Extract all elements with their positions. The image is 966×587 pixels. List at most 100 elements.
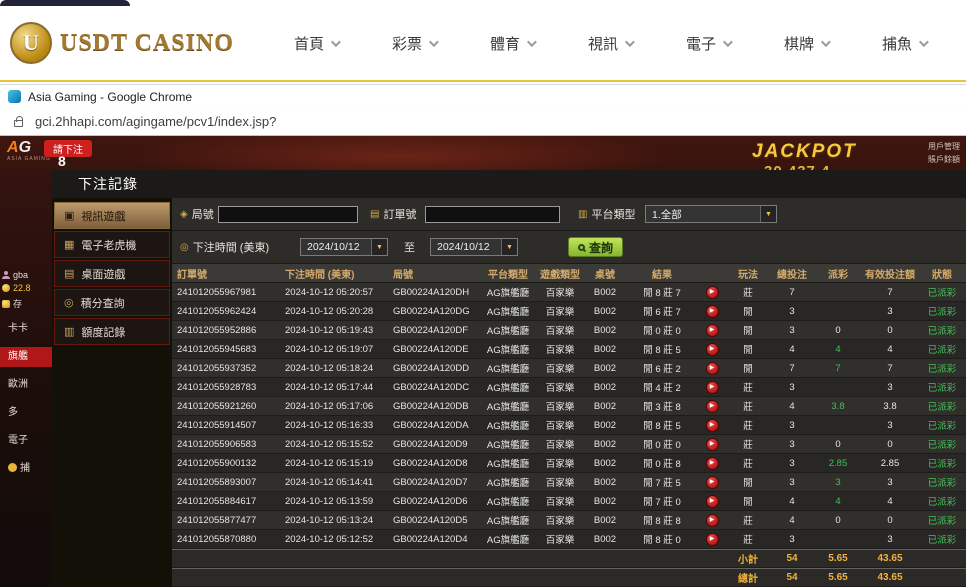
cell-replay: ▶ [698, 399, 726, 413]
cell-play: 莊 [726, 399, 770, 413]
sidebar-item-icon: ▤ [64, 267, 74, 280]
replay-button[interactable]: ▶ [706, 457, 719, 470]
nav-item-label: 視訊 [588, 33, 618, 54]
cell-replay: ▶ [698, 437, 726, 451]
col-header-bet: 總投注 [770, 266, 814, 281]
table-row: 2410120559001322024-10-12 05:15:19GB0022… [172, 454, 966, 473]
cell-table: B002 [584, 534, 626, 545]
game-area: AG ASIA GAMING 請下注 8 JACKPOT 30,437,4 用戶… [0, 136, 966, 587]
cell-platform: AG旗艦廳 [480, 323, 536, 337]
search-button[interactable]: 查詢 [568, 237, 623, 257]
replay-button[interactable]: ▶ [706, 381, 719, 394]
cell-payout: 0 [814, 439, 862, 450]
cell-play: 閒 [726, 494, 770, 508]
order-number-input[interactable] [425, 206, 560, 223]
time-filter-label: 下注時間 (美東) [193, 239, 269, 255]
lobby-menu-item-europe[interactable]: 歐洲 [0, 375, 52, 395]
betting-records-panel: 下注記錄 ▣視訊遊戲▦電子老虎機▤桌面遊戲◎積分查詢▥額度記錄 ◈ 局號 [52, 170, 966, 587]
round-number-input[interactable] [218, 206, 358, 223]
cell-replay: ▶ [698, 323, 726, 337]
replay-button[interactable]: ▶ [706, 533, 719, 546]
replay-button[interactable]: ▶ [706, 286, 719, 299]
cell-status: 已派彩 [918, 380, 966, 394]
cell-status: 已派彩 [918, 513, 966, 527]
cell-result: 閒 8 莊 5 [626, 418, 698, 432]
cell-game: 百家樂 [536, 437, 584, 451]
panel-main: ◈ 局號 ▤ 訂單號 [172, 198, 966, 587]
cell-game: 百家樂 [536, 285, 584, 299]
cell-order: 241012055921260 [172, 401, 280, 412]
sidebar-item-points-query[interactable]: ◎積分查詢 [54, 289, 170, 316]
cell-play: 閒 [726, 475, 770, 489]
lobby-menu-item-multi[interactable]: 多 [0, 403, 52, 423]
lobby-menu-item-kaka[interactable]: 卡卡 [0, 319, 52, 339]
cell-bet: 4 [770, 515, 814, 526]
cell-play: 閒 [726, 304, 770, 318]
cell-result: 閒 6 莊 7 [626, 304, 698, 318]
replay-button[interactable]: ▶ [706, 514, 719, 527]
nav-item-lottery[interactable]: 彩票 [392, 33, 436, 54]
nav-item-board-games[interactable]: 棋牌 [784, 33, 828, 54]
table-row: 2410120559679812024-10-12 05:20:57GB0022… [172, 283, 966, 302]
cell-table: B002 [584, 344, 626, 355]
nav-item-home[interactable]: 首頁 [294, 33, 338, 54]
replay-button[interactable]: ▶ [706, 305, 719, 318]
cell-order: 241012055884617 [172, 496, 280, 507]
nav-item-fishing[interactable]: 捕魚 [882, 33, 926, 54]
cell-time: 2024-10-12 05:16:33 [280, 420, 388, 431]
cell-bet: 3 [770, 439, 814, 450]
sidebar-item-slot-machines[interactable]: ▦電子老虎機 [54, 231, 170, 258]
replay-button[interactable]: ▶ [706, 400, 719, 413]
subtotal-row: 小計545.6543.65 [172, 549, 966, 568]
cell-status: 已派彩 [918, 532, 966, 546]
sidebar-item-table-games[interactable]: ▤桌面遊戲 [54, 260, 170, 287]
table-row: 2410120559065832024-10-12 05:15:52GB0022… [172, 435, 966, 454]
deposit-label: 存 [13, 297, 22, 310]
lobby-deposit[interactable]: 存 [2, 297, 52, 310]
url-bar[interactable]: gci.2hhapi.com/agingame/pcv1/index.jsp? [0, 108, 966, 136]
col-header-platform: 平台類型 [480, 266, 536, 281]
nav-item-live[interactable]: 視訊 [588, 33, 632, 54]
table-row: 2410120559373522024-10-12 05:18:24GB0022… [172, 359, 966, 378]
cell-bet: 7 [770, 287, 814, 298]
replay-button[interactable]: ▶ [706, 476, 719, 489]
cell-result: 閒 3 莊 8 [626, 399, 698, 413]
date-from-select[interactable]: 2024/10/12 ▼ [300, 238, 388, 256]
cell-table: B002 [584, 420, 626, 431]
filter-row-2: ◎ 下注時間 (美東) 2024/10/12 ▼ 至 20 [172, 231, 966, 264]
replay-button[interactable]: ▶ [706, 419, 719, 432]
sidebar-item-credit-records[interactable]: ▥額度記錄 [54, 318, 170, 345]
cell-round: GB00224A120DA [388, 420, 480, 431]
table-row: 2410120559287832024-10-12 05:17:44GB0022… [172, 378, 966, 397]
cell-game: 百家樂 [536, 513, 584, 527]
lobby-menu-item-slots[interactable]: 電子 [0, 431, 52, 451]
banner-link-account-balance[interactable]: 賬戶餘額 [928, 153, 966, 166]
cell-bet: 54 [770, 553, 814, 564]
replay-button[interactable]: ▶ [706, 343, 719, 356]
site-logo[interactable]: U USDT CASINO [10, 22, 234, 64]
nav-item-label: 捕魚 [882, 33, 912, 54]
cell-order: 241012055870880 [172, 534, 280, 545]
lobby-menu-item-fishing[interactable]: 捕 [0, 459, 52, 479]
cell-play: 小計 [726, 551, 770, 566]
nav-item-sports[interactable]: 體育 [490, 33, 534, 54]
panel-titlebar: 下注記錄 [52, 170, 966, 198]
fishing-icon [8, 463, 17, 472]
cell-valid: 7 [862, 363, 918, 374]
banner-link-user-admin[interactable]: 用戶管理 [928, 140, 966, 153]
order-filter-label: 訂單號 [383, 206, 416, 222]
cell-table: B002 [584, 439, 626, 450]
cell-replay: ▶ [698, 456, 726, 470]
platform-select[interactable]: 1.全部 ▼ [645, 205, 777, 223]
lobby-menu-item-flagship[interactable]: 旗艦 [0, 347, 52, 367]
cell-order: 241012055900132 [172, 458, 280, 469]
table-row: 2410120558774772024-10-12 05:13:24GB0022… [172, 511, 966, 530]
sidebar-item-live-games[interactable]: ▣視訊遊戲 [54, 202, 170, 229]
date-to-select[interactable]: 2024/10/12 ▼ [430, 238, 518, 256]
replay-button[interactable]: ▶ [706, 324, 719, 337]
replay-button[interactable]: ▶ [706, 438, 719, 451]
replay-button[interactable]: ▶ [706, 362, 719, 375]
replay-button[interactable]: ▶ [706, 495, 719, 508]
cell-order: 241012055877477 [172, 515, 280, 526]
nav-item-slots[interactable]: 電子 [686, 33, 730, 54]
